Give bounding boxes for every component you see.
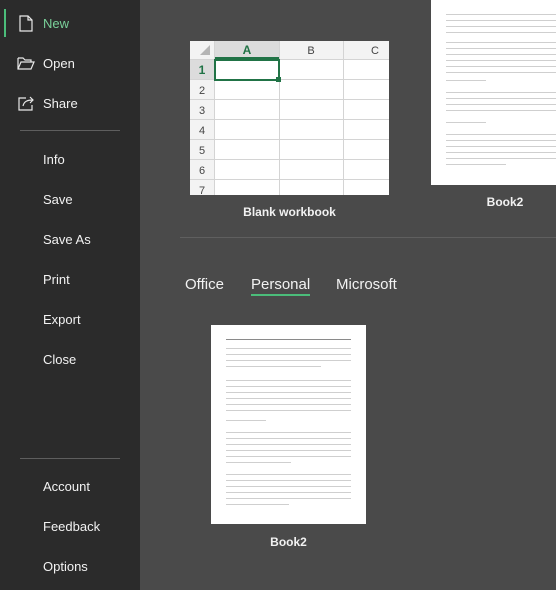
nav-info[interactable]: Info [0,141,140,177]
nav-options[interactable]: Options [0,548,140,584]
nav-export[interactable]: Export [0,301,140,337]
nav-export-label: Export [43,311,81,327]
nav-account-label: Account [43,478,90,494]
nav-share[interactable]: Share [0,85,140,121]
tab-microsoft[interactable]: Microsoft [336,276,397,293]
row-header: 6 [199,165,205,177]
book2-caption-top: Book2 [486,195,524,209]
nav-close[interactable]: Close [0,341,140,377]
share-icon [17,94,35,112]
row-header: 3 [199,105,205,117]
column-header-a: A [243,43,252,57]
nav-account[interactable]: Account [0,468,140,504]
nav-new[interactable]: New [0,5,140,41]
blank-workbook-template[interactable]: A B C 1 2 3 4 5 6 7 [190,41,389,195]
nav-print[interactable]: Print [0,261,140,297]
nav-save-as-label: Save As [43,231,91,247]
sidebar-divider [20,130,120,131]
nav-close-label: Close [43,351,77,367]
blank-workbook-caption: Blank workbook [243,205,336,219]
new-document-icon [17,14,35,32]
tab-office[interactable]: Office [185,276,224,293]
book2-template[interactable] [211,325,366,524]
row-header: 7 [199,185,205,195]
nav-save[interactable]: Save [0,181,140,217]
nav-open-label: Open [43,55,75,71]
nav-new-label: New [43,15,70,31]
nav-open[interactable]: Open [0,45,140,81]
row-header: 2 [199,85,205,97]
row-header: 4 [199,125,205,137]
nav-print-label: Print [43,271,70,287]
row-header: 1 [199,63,206,77]
nav-feedback[interactable]: Feedback [0,508,140,544]
nav-save-as[interactable]: Save As [0,221,140,257]
nav-feedback-label: Feedback [43,518,101,534]
nav-share-label: Share [43,95,78,111]
nav-options-label: Options [43,558,88,574]
book2-caption: Book2 [270,535,307,549]
sidebar-divider [20,458,120,459]
main-panel: A B C 1 2 3 4 5 6 7 Blank workbook Book2… [140,0,556,590]
nav-save-label: Save [43,191,73,207]
tab-personal[interactable]: Personal [251,276,310,293]
row-header: 5 [199,145,205,157]
column-header-b: B [307,45,314,57]
nav-info-label: Info [43,151,65,167]
tab-active-indicator [251,294,310,296]
backstage-sidebar: New Open Share Info Save Save As Print E… [0,0,140,590]
column-header-c: C [371,45,379,57]
book2-template-top[interactable] [431,0,556,185]
folder-open-icon [17,54,35,72]
section-divider [180,237,556,238]
